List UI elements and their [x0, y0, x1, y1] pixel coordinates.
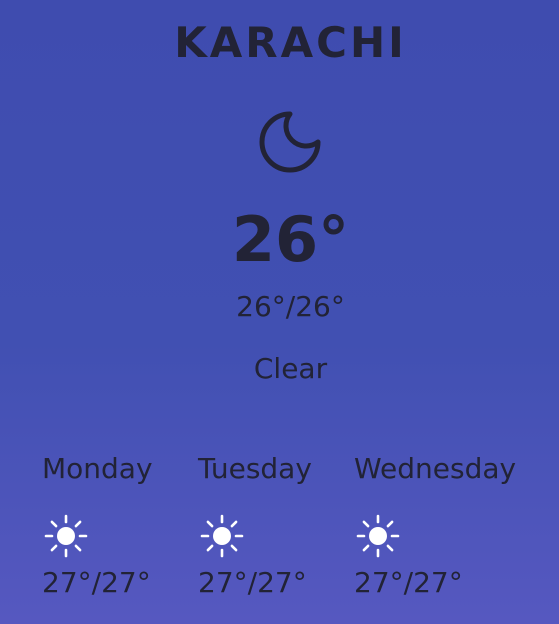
- forecast-day-name: Tuesday: [198, 452, 312, 485]
- forecast-temp-range: 27°/27°: [354, 566, 463, 599]
- moon-icon: [258, 110, 322, 174]
- current-temperature: 26°: [231, 203, 350, 276]
- weather-condition: Clear: [253, 352, 328, 385]
- forecast-temp-range: 27°/27°: [42, 566, 151, 599]
- sun-icon: [200, 514, 244, 558]
- sun-icon: [356, 514, 400, 558]
- sun-icon: [44, 514, 88, 558]
- forecast-day-name: Monday: [42, 452, 153, 485]
- forecast-day-name: Wednesday: [354, 452, 517, 485]
- forecast-temp-range: 27°/27°: [198, 566, 307, 599]
- forecast-list: Monday 27°/27° Tuesday 27°/27° Wednesday…: [0, 452, 559, 624]
- current-temp-range: 26°/26°: [236, 290, 345, 323]
- city-title: KARACHI: [174, 18, 407, 67]
